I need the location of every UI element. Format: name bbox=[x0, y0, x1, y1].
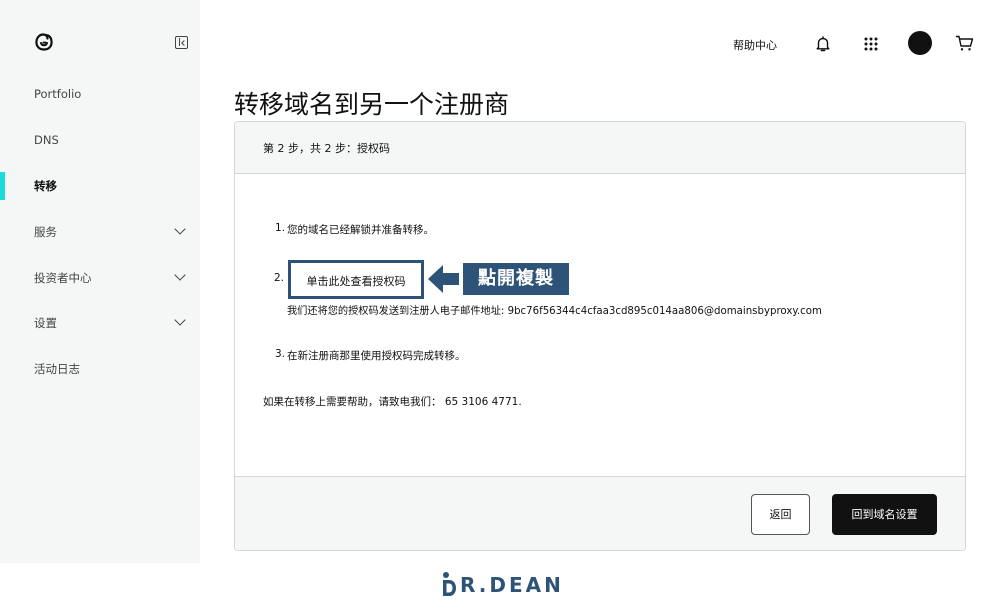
sidebar-item-settings[interactable]: 设置 bbox=[0, 308, 200, 338]
sidebar-item-dns[interactable]: DNS bbox=[0, 126, 200, 156]
watermark-text: R.DEAN bbox=[460, 573, 564, 597]
step-number: 1. bbox=[275, 222, 286, 234]
sidebar-item-label: 投资者中心 bbox=[34, 271, 92, 285]
chevron-down-icon bbox=[174, 314, 186, 326]
avatar[interactable] bbox=[908, 31, 932, 55]
annotation-callout: 點開複製 bbox=[463, 263, 569, 295]
transfer-card: 第 2 步，共 2 步：授权码 1. 您的域名已经解锁并准备转移。 2. 单击此… bbox=[234, 121, 966, 551]
watermark-d-icon bbox=[443, 572, 456, 596]
sidebar-item-label: Portfolio bbox=[34, 87, 82, 101]
sidebar-item-portfolio[interactable]: Portfolio bbox=[0, 80, 200, 110]
step-number: 3. bbox=[275, 348, 286, 360]
watermark-logo: R.DEAN bbox=[440, 571, 570, 601]
sidebar-item-transfer[interactable]: 转移 bbox=[0, 171, 200, 201]
godaddy-logo-icon[interactable] bbox=[34, 32, 54, 52]
bell-icon[interactable] bbox=[814, 35, 832, 53]
sidebar: Portfolio DNS 转移 服务 投资者中心 设置 活动日志 bbox=[0, 0, 200, 563]
card-header: 第 2 步，共 2 步：授权码 bbox=[235, 122, 965, 174]
chevron-down-icon bbox=[174, 269, 186, 281]
card-footer: 返回 回到域名设置 bbox=[235, 476, 965, 550]
sidebar-item-label: 活动日志 bbox=[34, 362, 80, 376]
view-auth-code-button[interactable]: 单击此处查看授权码 bbox=[288, 260, 424, 299]
step-indicator: 第 2 步，共 2 步：授权码 bbox=[263, 142, 390, 155]
arrow-left-icon bbox=[428, 265, 459, 293]
active-indicator bbox=[0, 172, 5, 200]
collapse-sidebar-icon[interactable] bbox=[175, 36, 188, 49]
cart-icon[interactable] bbox=[955, 34, 975, 52]
unlocked-message: 您的域名已经解锁并准备转移。 bbox=[287, 224, 434, 236]
sidebar-item-label: 转移 bbox=[34, 179, 57, 193]
complete-transfer-instruction: 在新注册商那里使用授权码完成转移。 bbox=[287, 350, 466, 362]
step-number: 2. bbox=[274, 272, 285, 284]
help-contact-text: 如果在转移上需要帮助，请致电我们： 65 3106 4771. bbox=[263, 396, 522, 408]
view-auth-code-label: 单击此处查看授权码 bbox=[306, 275, 406, 288]
sidebar-item-services[interactable]: 服务 bbox=[0, 217, 200, 247]
auth-code-email-note: 我们还将您的授权码发送到注册人电子邮件地址: 9bc76f56344c4cfaa… bbox=[287, 306, 822, 317]
back-button[interactable]: 返回 bbox=[751, 494, 810, 535]
chevron-down-icon bbox=[174, 223, 186, 235]
apps-grid-icon[interactable] bbox=[862, 35, 880, 53]
page-title: 转移域名到另一个注册商 bbox=[234, 90, 510, 119]
sidebar-item-label: DNS bbox=[34, 133, 59, 147]
sidebar-item-investor-center[interactable]: 投资者中心 bbox=[0, 263, 200, 293]
sidebar-item-activity-log[interactable]: 活动日志 bbox=[0, 354, 200, 384]
sidebar-item-label: 服务 bbox=[34, 225, 57, 239]
help-center-link[interactable]: 帮助中心 bbox=[733, 37, 777, 53]
sidebar-item-label: 设置 bbox=[34, 316, 57, 330]
return-to-domain-settings-button[interactable]: 回到域名设置 bbox=[832, 494, 937, 535]
